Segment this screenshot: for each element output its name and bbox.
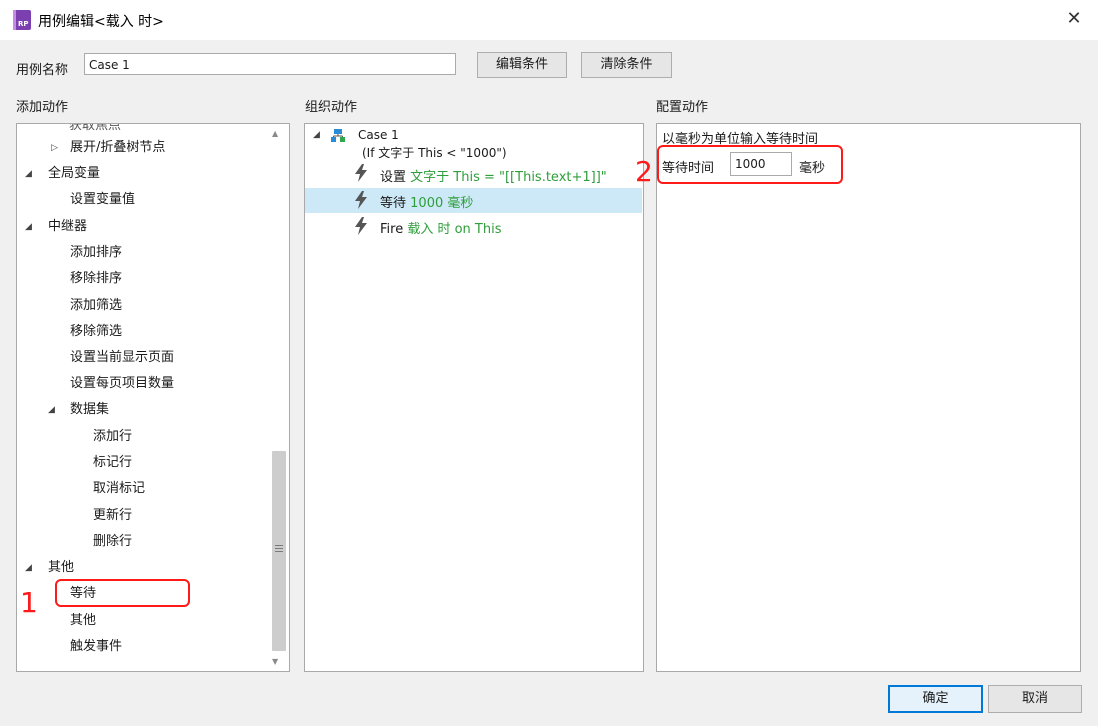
tree-item-expand-collapse[interactable]: 展开/折叠树节点 (70, 140, 165, 156)
collapse-arrow-icon[interactable]: ◢ (25, 166, 32, 182)
tree-item-remove-filter[interactable]: 移除筛选 (70, 324, 122, 340)
clear-condition-button[interactable]: 清除条件 (581, 52, 672, 78)
tree-item-set-variable[interactable]: 设置变量值 (70, 192, 135, 208)
action-bolt-icon (355, 164, 367, 182)
collapse-arrow-icon[interactable]: ◢ (25, 219, 32, 235)
tree-item-set-current-page[interactable]: 设置当前显示页面 (70, 350, 174, 366)
action-fire-event[interactable]: Fire 载入 时 on This (380, 218, 502, 237)
case-name-input[interactable]: Case 1 (84, 53, 456, 75)
action-bolt-icon (355, 217, 367, 235)
tree-item-add-row[interactable]: 添加行 (93, 429, 132, 445)
wait-highlight-box (55, 579, 190, 607)
action-verb: 设置 (380, 170, 407, 185)
tree-item-set-items-per-page[interactable]: 设置每页项目数量 (70, 376, 174, 392)
ok-button[interactable]: 确定 (888, 685, 983, 713)
title-bar (0, 0, 1098, 40)
action-bolt-icon (355, 191, 367, 209)
action-verb: 等待 (380, 196, 407, 211)
tree-group-global-variable[interactable]: 全局变量 (48, 166, 100, 182)
action-detail: 载入 时 on This (407, 222, 502, 237)
cancel-button[interactable]: 取消 (988, 685, 1082, 713)
tree-item-focus[interactable]: 获取焦点 (69, 124, 121, 134)
scrollbar-thumb[interactable] (272, 451, 286, 651)
tree-item-add-filter[interactable]: 添加筛选 (70, 298, 122, 314)
annotation-marker-1: 1 (20, 586, 38, 619)
scroll-up-icon[interactable]: ▲ (272, 129, 278, 139)
tree-group-misc[interactable]: 其他 (48, 560, 74, 576)
action-detail: 文字于 This = "[[This.text+1]]" (410, 170, 607, 185)
action-verb: Fire (380, 222, 404, 237)
tree-group-repeater[interactable]: 中继器 (48, 219, 87, 235)
tree-item-delete-row[interactable]: 删除行 (93, 534, 132, 550)
tree-item-update-row[interactable]: 更新行 (93, 508, 132, 524)
scroll-down-icon[interactable]: ▼ (272, 657, 278, 667)
case-title[interactable]: Case 1 (358, 128, 399, 142)
annotation-marker-2: 2 (635, 155, 653, 188)
close-icon[interactable]: ✕ (1064, 9, 1084, 29)
tree-group-dataset[interactable]: 数据集 (70, 402, 109, 418)
axure-app-icon: RP (13, 10, 31, 30)
action-set-text[interactable]: 设置 文字于 This = "[[This.text+1]]" (380, 166, 607, 185)
case-condition: (If 文字于 This < "1000") (362, 146, 507, 160)
action-detail: 1000 毫秒 (410, 196, 474, 211)
collapse-arrow-icon[interactable]: ◢ (313, 130, 320, 140)
collapse-arrow-icon[interactable]: ◢ (25, 560, 32, 576)
collapse-arrow-icon[interactable]: ◢ (48, 402, 55, 418)
case-name-label: 用例名称 (16, 63, 69, 78)
add-action-header: 添加动作 (16, 100, 69, 115)
tree-item-unmark-row[interactable]: 取消标记 (93, 481, 145, 497)
case-icon (331, 129, 345, 142)
edit-condition-button[interactable]: 编辑条件 (477, 52, 567, 78)
tree-item-mark-row[interactable]: 标记行 (93, 455, 132, 471)
tree-item-other[interactable]: 其他 (70, 613, 96, 629)
organize-action-header: 组织动作 (305, 100, 358, 115)
expand-arrow-icon[interactable]: ▷ (51, 140, 58, 156)
tree-item-add-sort[interactable]: 添加排序 (70, 245, 122, 261)
window-title: 用例编辑<载入 时> (38, 14, 164, 30)
tree-item-fire-event[interactable]: 触发事件 (70, 639, 122, 655)
configure-action-header: 配置动作 (656, 100, 709, 115)
configure-action-panel (656, 123, 1081, 672)
action-wait[interactable]: 等待 1000 毫秒 (380, 192, 473, 211)
tree-item-remove-sort[interactable]: 移除排序 (70, 271, 122, 287)
wait-time-highlight-box (657, 145, 843, 184)
